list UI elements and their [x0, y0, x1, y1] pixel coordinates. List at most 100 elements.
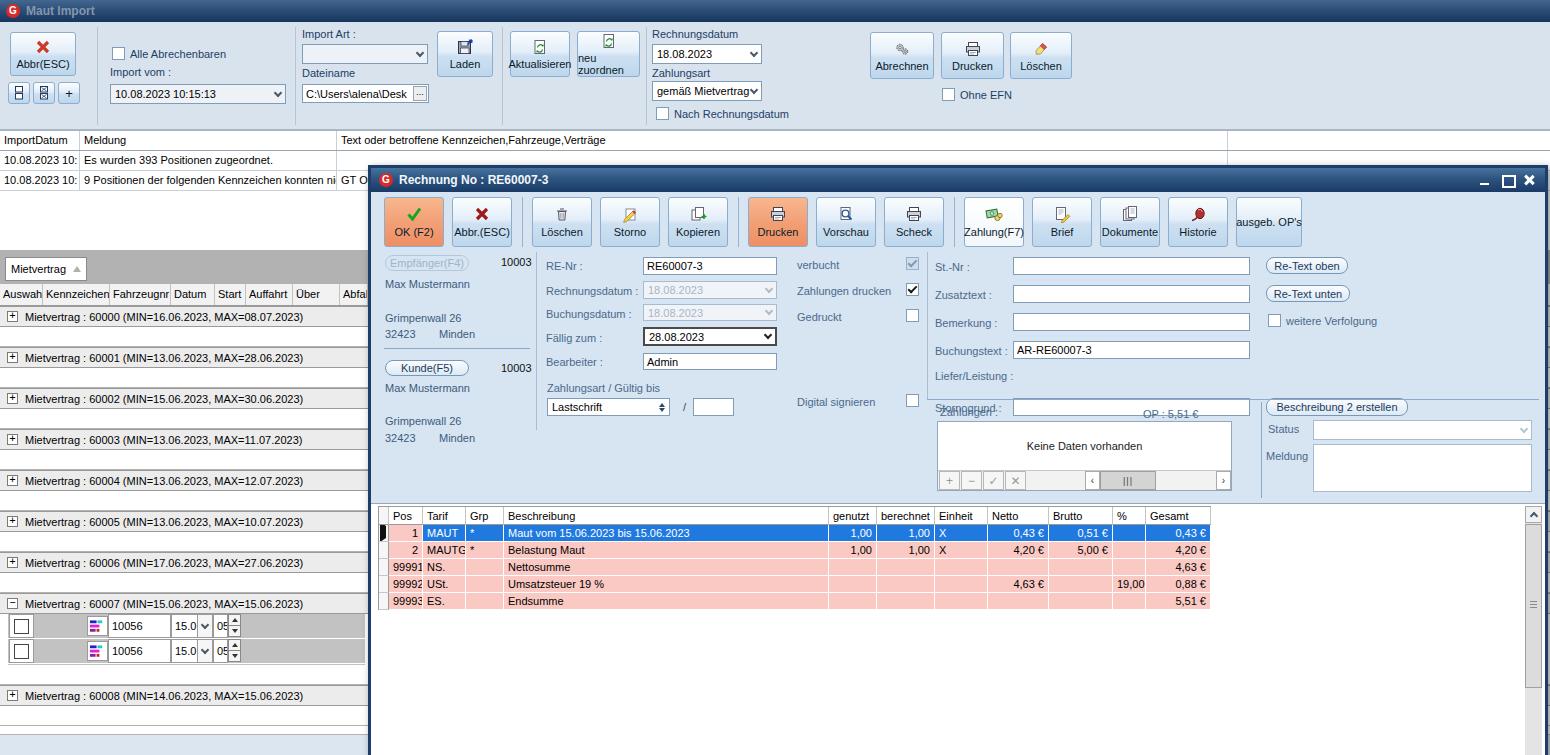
remove-button[interactable]: −: [961, 471, 982, 490]
messages-header-cell[interactable]: ImportDatum: [0, 131, 80, 150]
import-art-combo[interactable]: [302, 44, 428, 64]
items-header-cell[interactable]: Grp: [466, 507, 504, 525]
dropdown-button[interactable]: [197, 639, 213, 663]
meldung-textarea[interactable]: [1313, 444, 1532, 492]
empfaenger-button[interactable]: Empfänger(F4): [385, 255, 469, 271]
stornogrund-input[interactable]: [1013, 398, 1250, 416]
items-header-cell[interactable]: Brutto: [1049, 507, 1113, 525]
scroll-left-button[interactable]: ‹: [1085, 471, 1100, 490]
zahlungsart-combo[interactable]: gemäß Mietvertrag: [652, 81, 762, 101]
expand-icon[interactable]: +: [7, 311, 18, 322]
collapse-checked-button[interactable]: [33, 82, 55, 104]
group-filter-box[interactable]: Mietvertrag: [5, 257, 87, 281]
expand-icon[interactable]: +: [7, 475, 18, 486]
contracts-header-cell[interactable]: Auffahrt: [246, 284, 293, 305]
weitere-verfolgung-checkbox[interactable]: [1268, 314, 1281, 327]
import-vom-combo[interactable]: 10.08.2023 10:15:13: [110, 84, 286, 104]
contracts-header-cell[interactable]: Abfahrt: [340, 284, 368, 305]
items-header-cell[interactable]: genutzt: [829, 507, 877, 525]
expand-icon[interactable]: +: [7, 516, 18, 527]
row-checkbox[interactable]: [14, 644, 29, 659]
toolbar-button-dokumente[interactable]: Dokumente: [1100, 197, 1160, 247]
zahlungen-drucken-checkbox[interactable]: [906, 283, 919, 296]
dateiname-field[interactable]: C:\Users\alena\Desk ...: [302, 84, 429, 103]
laden-button[interactable]: Laden: [437, 31, 493, 77]
toolbar-button-scheck[interactable]: Scheck: [884, 197, 944, 247]
toolbar-button-ok-f2-[interactable]: OK (F2): [384, 197, 444, 247]
toolbar-button-historie[interactable]: Historie: [1168, 197, 1228, 247]
items-row[interactable]: 99993ES.Endsumme5,51 €: [379, 593, 1211, 610]
expand-icon[interactable]: +: [7, 690, 18, 701]
collapse-all-button[interactable]: [8, 82, 30, 104]
abrechnen-button[interactable]: Abrechnen: [870, 32, 934, 79]
toolbar-button-zahlung-f7-[interactable]: Zahlung(F7): [964, 197, 1024, 247]
expand-icon[interactable]: +: [7, 434, 18, 445]
st-nr-input[interactable]: [1013, 257, 1250, 275]
toolbar-button-vorschau[interactable]: Vorschau: [816, 197, 876, 247]
dropdown-button[interactable]: [197, 614, 213, 638]
items-row[interactable]: 99991NS.Nettosumme4,63 €: [379, 559, 1211, 576]
messages-header-cell[interactable]: Meldung: [80, 131, 337, 150]
scroll-up-button[interactable]: [1525, 506, 1542, 523]
aktualisieren-button[interactable]: Aktualisieren: [510, 31, 570, 77]
minimize-button[interactable]: [1477, 173, 1493, 187]
drucken-button[interactable]: Drucken: [941, 32, 1004, 79]
gedruckt-checkbox[interactable]: [906, 309, 919, 322]
abort-button[interactable]: Abbr(ESC): [10, 32, 76, 76]
spinner[interactable]: [228, 639, 241, 662]
status-combo[interactable]: [1313, 420, 1532, 440]
expand-icon[interactable]: +: [7, 393, 18, 404]
items-header-cell[interactable]: Beschreibung: [504, 507, 829, 525]
contracts-header-cell[interactable]: Start: [215, 284, 246, 305]
toolbar-button-kopieren[interactable]: Kopieren: [668, 197, 728, 247]
faellig-zum-combo[interactable]: 28.08.2023: [643, 327, 777, 346]
v-scroll-thumb[interactable]: [1525, 524, 1542, 688]
items-header-cell[interactable]: Netto: [988, 507, 1049, 525]
toolbar-button-löschen[interactable]: Löschen: [532, 197, 592, 247]
bemerkung-input[interactable]: [1013, 313, 1250, 331]
expand-icon[interactable]: +: [7, 557, 18, 568]
maximize-button[interactable]: [1499, 173, 1515, 187]
items-header-cell[interactable]: %: [1113, 507, 1146, 525]
items-header-cell[interactable]: Pos: [389, 507, 423, 525]
contracts-header-cell[interactable]: Datum: [171, 284, 215, 305]
gueltig-bis-input[interactable]: [693, 398, 734, 416]
close-button[interactable]: [1521, 173, 1537, 187]
buchungstext-input[interactable]: AR-RE60007-3: [1013, 341, 1250, 359]
contracts-header-cell[interactable]: Auswahl: [0, 284, 43, 305]
browse-button[interactable]: ...: [413, 86, 427, 101]
add-button[interactable]: +: [939, 471, 960, 490]
scroll-right-button[interactable]: ›: [1216, 471, 1231, 490]
contract-detail-row[interactable]: 1005615.005: [8, 614, 365, 639]
toolbar-button-abbr-esc-[interactable]: Abbr.(ESC): [452, 197, 512, 247]
spinner[interactable]: [228, 614, 241, 637]
rechnungsdatum-combo[interactable]: 18.08.2023: [652, 44, 762, 64]
contracts-header-cell[interactable]: Kennzeichen: [43, 284, 110, 305]
re-text-unten-button[interactable]: Re-Text unten: [1266, 285, 1350, 302]
ohne-efn-checkbox[interactable]: [942, 88, 955, 101]
messages-header-cell[interactable]: [1228, 131, 1548, 150]
items-row[interactable]: 2MAUTG*Belastung Maut1,001,00X4,20 €5,00…: [379, 542, 1211, 559]
loeschen-button[interactable]: Löschen: [1010, 32, 1072, 79]
expand-all-button[interactable]: +: [58, 82, 80, 104]
items-header-cell[interactable]: berechnet: [877, 507, 935, 525]
zahlungsart-combo[interactable]: Lastschrift: [547, 398, 670, 416]
bearbeiter-input[interactable]: Admin: [643, 353, 777, 370]
spinner-icon[interactable]: [659, 403, 665, 412]
row-checkbox[interactable]: [14, 619, 29, 634]
toolbar-button-drucken[interactable]: Drucken: [748, 197, 808, 247]
contracts-header-cell[interactable]: Über: [293, 284, 340, 305]
beschreibung2-button[interactable]: Beschreibung 2 erstellen: [1266, 398, 1408, 416]
cancel-button[interactable]: ✕: [1005, 471, 1026, 490]
toolbar-button-ausgeb-op-s[interactable]: ausgeb. OP's: [1236, 197, 1302, 247]
digital-signieren-checkbox[interactable]: [906, 394, 919, 407]
v-scrollbar[interactable]: [1525, 506, 1542, 755]
re-text-oben-button[interactable]: Re-Text oben: [1266, 257, 1348, 274]
expand-icon[interactable]: +: [7, 352, 18, 363]
collapse-icon[interactable]: −: [7, 598, 18, 609]
items-header-cell[interactable]: Einheit: [935, 507, 988, 525]
zusatztext-input[interactable]: [1013, 285, 1250, 303]
messages-header-cell[interactable]: Text oder betroffene Kennzeichen,Fahrzeu…: [337, 131, 1228, 150]
confirm-button[interactable]: ✓: [983, 471, 1004, 490]
toolbar-button-storno[interactable]: Storno: [600, 197, 660, 247]
